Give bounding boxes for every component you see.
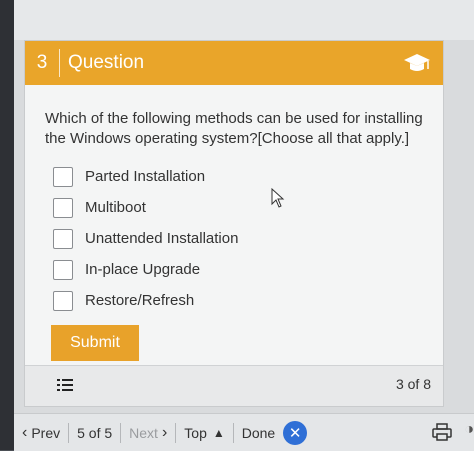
- question-text: Which of the following methods can be us…: [45, 110, 423, 147]
- option-checkbox[interactable]: [53, 259, 73, 280]
- question-header: 3 Question: [25, 41, 443, 85]
- top-label: Top: [184, 424, 207, 441]
- top-area: [14, 0, 474, 40]
- option-row[interactable]: In-place Upgrade: [53, 254, 443, 285]
- submit-button[interactable]: Submit: [51, 325, 139, 361]
- option-checkbox[interactable]: [53, 228, 73, 249]
- prev-label: Prev: [31, 424, 61, 441]
- question-card: 3 Question Which of the following method…: [24, 40, 444, 407]
- mouse-cursor-icon: [271, 188, 285, 208]
- option-label[interactable]: Multiboot: [85, 199, 146, 216]
- list-icon[interactable]: [57, 378, 73, 392]
- option-checkbox[interactable]: [53, 290, 73, 311]
- option-label[interactable]: In-place Upgrade: [85, 261, 200, 278]
- partial-icon[interactable]: ◑: [464, 421, 474, 439]
- option-checkbox[interactable]: [53, 166, 73, 187]
- next-button[interactable]: Next ›: [121, 414, 175, 451]
- next-label: Next: [129, 424, 158, 441]
- question-header-title: Question: [68, 52, 145, 73]
- done-label: Done: [241, 424, 276, 441]
- close-icon[interactable]: ✕: [283, 420, 308, 445]
- options-list: Parted Installation Multiboot Unattended…: [53, 161, 443, 316]
- prev-button[interactable]: ‹ Prev: [14, 414, 68, 451]
- done-button[interactable]: Done ✕: [234, 414, 315, 451]
- option-row[interactable]: Parted Installation: [53, 161, 443, 192]
- navigation-bar: ‹ Prev 5 of 5 Next › Top ▲ Done ✕ ◑: [14, 413, 474, 451]
- question-number: 3: [36, 52, 48, 73]
- header-divider: [59, 49, 60, 77]
- option-label[interactable]: Unattended Installation: [85, 230, 238, 247]
- option-label[interactable]: Restore/Refresh: [85, 292, 194, 309]
- graduation-cap-icon: [404, 54, 430, 71]
- print-icon[interactable]: [432, 423, 452, 441]
- option-label[interactable]: Parted Installation: [85, 168, 205, 185]
- top-button[interactable]: Top ▲: [176, 414, 232, 451]
- page-count: 3 of 8: [395, 376, 431, 392]
- monitor-bezel: [0, 0, 14, 450]
- chevron-up-icon: ▲: [212, 425, 225, 440]
- option-row[interactable]: Multiboot: [53, 192, 443, 223]
- chevron-right-icon: ›: [161, 423, 168, 441]
- chevron-left-icon: ‹: [22, 423, 28, 441]
- position-indicator: 5 of 5: [69, 414, 120, 451]
- card-footer: 3 of 8: [25, 365, 443, 406]
- option-checkbox[interactable]: [53, 197, 73, 218]
- position-label: 5 of 5: [77, 424, 113, 441]
- option-row[interactable]: Restore/Refresh: [53, 285, 443, 316]
- option-row[interactable]: Unattended Installation: [53, 223, 443, 254]
